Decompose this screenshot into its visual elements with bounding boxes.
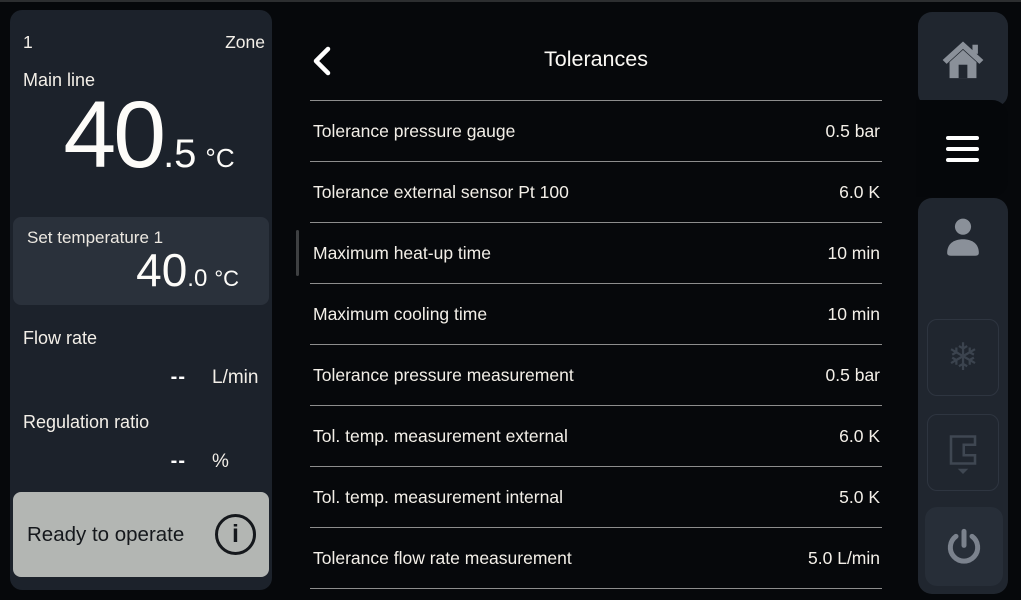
zone-number: 1: [23, 32, 33, 53]
zone-label: Zone: [225, 32, 265, 53]
status-label: Ready to operate: [27, 523, 184, 547]
list-item-tolerance-pressure-measurement[interactable]: Tolerance pressure measurement 0.5 bar: [310, 345, 882, 406]
home-icon: [941, 40, 985, 80]
main-temp-integer: 40: [63, 88, 163, 183]
flow-rate-label: Flow rate: [23, 328, 97, 349]
set-temperature-value: 40 .0 °C: [27, 245, 255, 296]
list-item-max-heatup-time[interactable]: Maximum heat-up time 10 min: [310, 223, 882, 284]
snowflake-icon: ❄: [947, 339, 979, 377]
row-value: 10 min: [827, 243, 880, 264]
regulation-ratio-value: --: [26, 450, 186, 473]
set-temp-integer: 40: [136, 245, 187, 296]
row-value: 5.0 L/min: [808, 548, 880, 569]
nav-power-button[interactable]: [925, 507, 1003, 586]
row-label: Tol. temp. measurement external: [313, 426, 568, 447]
row-value: 6.0 K: [839, 182, 880, 203]
page-title: Tolerances: [310, 47, 882, 72]
set-temperature-card[interactable]: Set temperature 1 40 .0 °C: [13, 217, 269, 305]
regulation-ratio-readout: -- %: [26, 450, 229, 473]
row-label: Tolerance flow rate measurement: [313, 548, 572, 569]
list-item-tolerance-pressure-gauge[interactable]: Tolerance pressure gauge 0.5 bar: [310, 101, 882, 162]
nav-cooling-button[interactable]: ❄: [927, 319, 999, 396]
list-item-tol-temp-internal[interactable]: Tol. temp. measurement internal 5.0 K: [310, 467, 882, 528]
page-header: Tolerances: [310, 2, 882, 101]
row-value: 6.0 K: [839, 426, 880, 447]
menu-icon: [946, 136, 979, 140]
tolerances-list: Tolerance pressure gauge 0.5 bar Toleran…: [310, 101, 882, 589]
regulation-ratio-label: Regulation ratio: [23, 412, 149, 433]
main-temp-unit: °C: [205, 143, 234, 174]
set-temp-decimal: .0: [187, 265, 207, 293]
flow-rate-unit: L/min: [212, 367, 258, 389]
nav-home-button[interactable]: [918, 12, 1008, 107]
list-item-tol-temp-external[interactable]: Tol. temp. measurement external 6.0 K: [310, 406, 882, 467]
screen: 1 Zone Main line 40 .5 °C Set temperatur…: [0, 0, 1021, 600]
row-label: Tolerance external sensor Pt 100: [313, 182, 569, 203]
nav-user-button[interactable]: [918, 216, 1008, 258]
row-value: 0.5 bar: [826, 365, 880, 386]
mold-icon: [942, 429, 984, 477]
info-icon[interactable]: i: [215, 514, 256, 555]
user-icon: [943, 216, 983, 258]
zone-header: 1 Zone: [23, 32, 265, 53]
row-label: Tolerance pressure measurement: [313, 365, 574, 386]
row-value: 5.0 K: [839, 487, 880, 508]
nav-mold-button[interactable]: [927, 414, 999, 491]
row-label: Maximum heat-up time: [313, 243, 491, 264]
nav-panel: ❄: [918, 198, 1008, 594]
main-temperature-readout: 40 .5 °C: [10, 88, 272, 183]
list-item-tolerance-flow-rate[interactable]: Tolerance flow rate measurement 5.0 L/mi…: [310, 528, 882, 589]
zone-panel: 1 Zone Main line 40 .5 °C Set temperatur…: [10, 10, 272, 590]
status-banner: Ready to operate i: [13, 492, 269, 577]
flow-rate-value: --: [26, 366, 186, 389]
row-value: 0.5 bar: [826, 121, 880, 142]
row-label: Tol. temp. measurement internal: [313, 487, 563, 508]
power-icon: [944, 527, 984, 567]
list-item-max-cooling-time[interactable]: Maximum cooling time 10 min: [310, 284, 882, 345]
flow-rate-readout: -- L/min: [26, 366, 258, 389]
main-temp-decimal: .5: [163, 132, 196, 177]
regulation-ratio-unit: %: [212, 451, 229, 473]
row-label: Tolerance pressure gauge: [313, 121, 515, 142]
list-item-tolerance-external-sensor[interactable]: Tolerance external sensor Pt 100 6.0 K: [310, 162, 882, 223]
set-temp-unit: °C: [214, 266, 239, 292]
row-label: Maximum cooling time: [313, 304, 487, 325]
nav-menu-button-active[interactable]: [916, 100, 1008, 197]
row-value: 10 min: [827, 304, 880, 325]
scrollbar-thumb[interactable]: [296, 230, 299, 276]
